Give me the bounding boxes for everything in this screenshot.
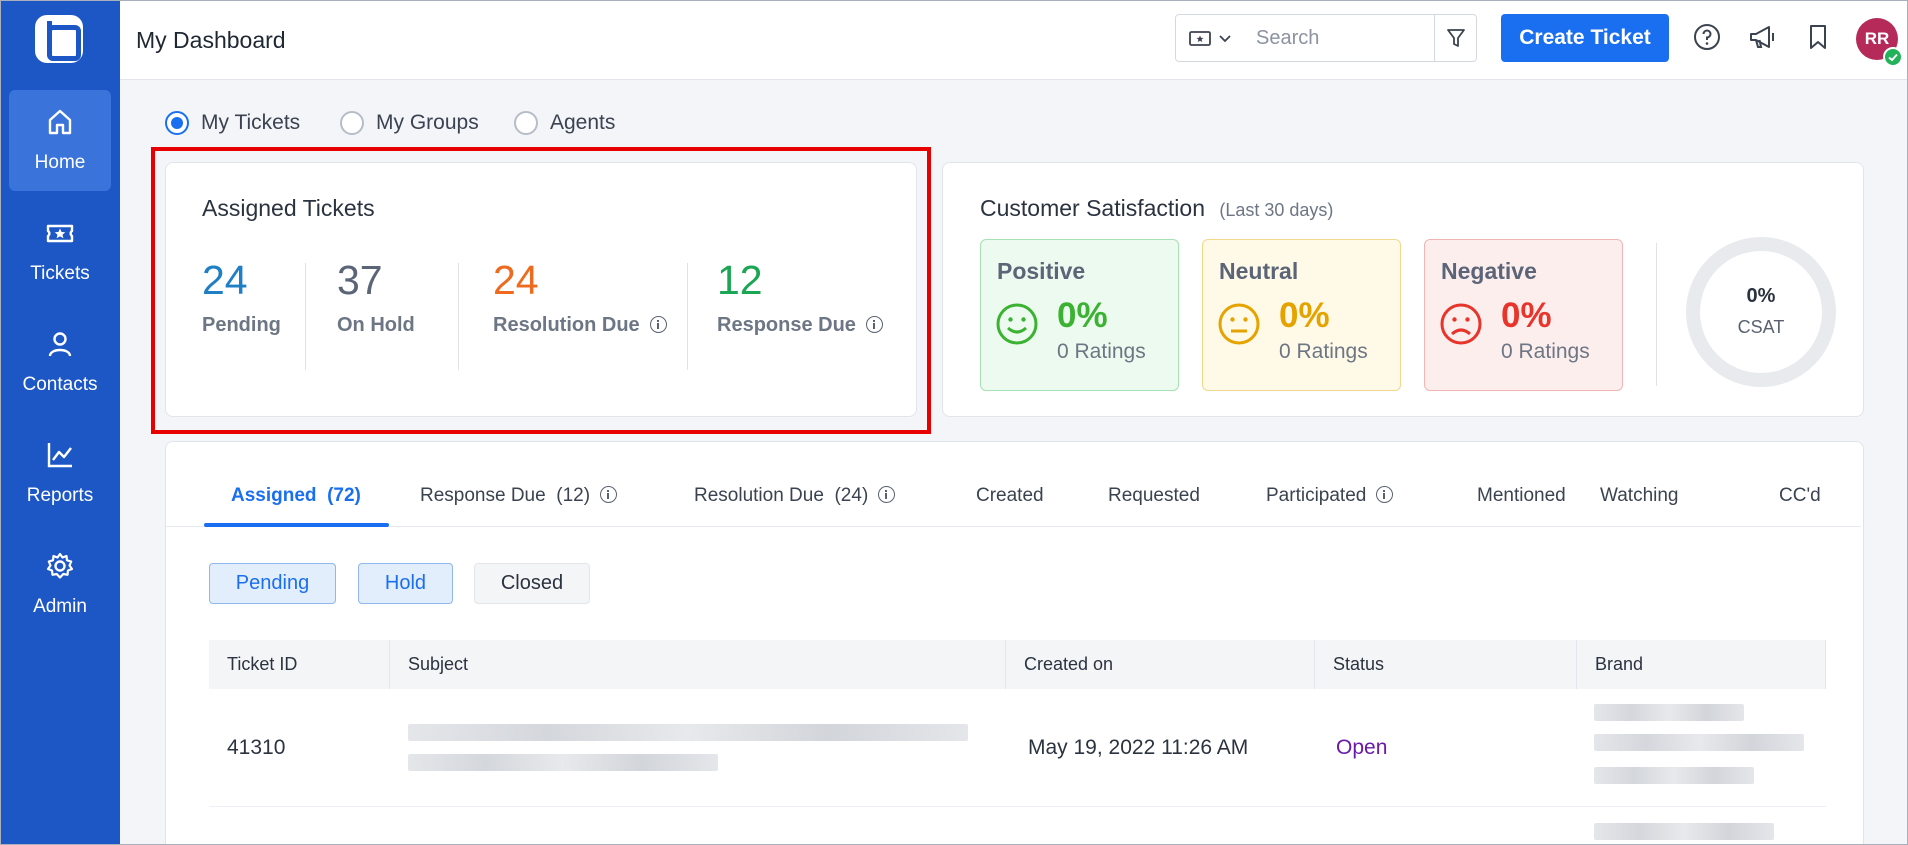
announcement-icon[interactable] — [1747, 22, 1777, 52]
online-status-icon — [1883, 47, 1903, 67]
ticket-tabs: Assigned (72) Response Due (12) Resoluti… — [166, 471, 1861, 527]
table-header: Ticket ID Subject Created on Status Bran… — [209, 640, 1826, 689]
table-row[interactable]: 41310 May 19, 2022 11:26 AM Open — [209, 689, 1826, 807]
ticket-icon — [46, 224, 74, 243]
sidebar-item-label: Admin — [33, 596, 87, 617]
column-status[interactable]: Status — [1315, 640, 1577, 689]
filter-button[interactable] — [1434, 15, 1476, 61]
neutral-face-icon — [1218, 303, 1260, 345]
sidebar-item-tickets[interactable]: Tickets — [9, 201, 111, 302]
neutral-box[interactable]: Neutral 0% 0 Ratings — [1202, 239, 1401, 391]
tab-assigned[interactable]: Assigned (72) — [231, 485, 361, 507]
radio-agents[interactable]: Agents — [514, 109, 615, 137]
filter-icon — [1447, 29, 1465, 47]
ticket-type-dropdown[interactable] — [1188, 27, 1240, 49]
negative-box[interactable]: Negative 0% 0 Ratings — [1424, 239, 1623, 391]
radio-my-groups[interactable]: My Groups — [340, 109, 479, 137]
redacted-brand — [1594, 767, 1754, 784]
tab-resolution-due[interactable]: Resolution Due (24) — [694, 485, 896, 507]
sidebar-item-home[interactable]: Home — [9, 90, 111, 191]
info-icon[interactable] — [878, 486, 896, 503]
app-window: Home Tickets Contacts Reports Admin My D… — [0, 0, 1908, 845]
info-icon[interactable] — [600, 486, 618, 503]
satisfaction-period: (Last 30 days) — [1219, 200, 1334, 220]
redacted-brand — [1594, 704, 1744, 721]
redacted-brand — [1594, 734, 1804, 751]
radio-unchecked-icon — [340, 111, 364, 135]
top-header: My Dashboard Create Ticket RR — [120, 1, 1907, 80]
tab-response-due[interactable]: Response Due (12) — [420, 485, 618, 507]
tab-watching[interactable]: Watching — [1600, 485, 1679, 507]
sidebar-item-label: Tickets — [30, 263, 90, 284]
search-input[interactable] — [1256, 26, 1426, 50]
sidebar-item-label: Home — [34, 152, 86, 173]
info-icon[interactable] — [1376, 486, 1394, 503]
contacts-icon — [48, 332, 72, 357]
redacted-brand — [1594, 823, 1774, 840]
sidebar-item-reports[interactable]: Reports — [9, 423, 111, 524]
redacted-subject — [408, 724, 968, 741]
tab-ccd[interactable]: CC'd — [1779, 485, 1821, 507]
column-brand[interactable]: Brand — [1577, 640, 1826, 689]
smile-icon — [996, 303, 1038, 345]
csat-label: CSAT — [1737, 317, 1785, 337]
tab-mentioned[interactable]: Mentioned — [1477, 485, 1566, 507]
help-icon[interactable] — [1692, 22, 1722, 52]
tab-participated[interactable]: Participated — [1266, 485, 1394, 507]
customer-satisfaction-title: Customer Satisfaction (Last 30 days) — [980, 195, 1334, 221]
status-badge: Open — [1336, 736, 1388, 759]
sidebar-item-contacts[interactable]: Contacts — [9, 312, 111, 413]
search-box — [1175, 14, 1477, 62]
tab-created[interactable]: Created — [976, 485, 1044, 507]
filter-pending-button[interactable]: Pending — [209, 563, 336, 604]
sidebar-item-label: Contacts — [22, 374, 98, 395]
highlight-box — [151, 147, 931, 434]
column-ticket-id[interactable]: Ticket ID — [209, 640, 390, 689]
home-icon — [48, 109, 72, 135]
bookmark-icon[interactable] — [1803, 22, 1833, 52]
sidebar-item-label: Reports — [26, 485, 94, 506]
radio-checked-icon — [165, 111, 189, 135]
filter-hold-button[interactable]: Hold — [358, 563, 453, 604]
app-logo[interactable] — [35, 15, 83, 63]
redacted-subject — [408, 754, 718, 771]
column-created-on[interactable]: Created on — [1006, 640, 1315, 689]
csat-gauge — [1686, 237, 1836, 387]
positive-box[interactable]: Positive 0% 0 Ratings — [980, 239, 1179, 391]
csat-value: 0% — [1746, 285, 1776, 307]
radio-my-tickets[interactable]: My Tickets — [165, 109, 300, 137]
radio-unchecked-icon — [514, 111, 538, 135]
ticket-id[interactable]: 41310 — [227, 736, 285, 760]
divider — [1656, 243, 1657, 386]
gear-icon — [46, 552, 74, 579]
active-tab-indicator — [204, 523, 389, 527]
sidebar: Home Tickets Contacts Reports Admin — [1, 1, 120, 844]
tab-requested[interactable]: Requested — [1108, 485, 1200, 507]
page-title: My Dashboard — [136, 27, 286, 53]
created-on: May 19, 2022 11:26 AM — [1028, 736, 1249, 759]
sidebar-item-admin[interactable]: Admin — [9, 534, 111, 635]
create-ticket-button[interactable]: Create Ticket — [1501, 14, 1669, 62]
filter-closed-button[interactable]: Closed — [474, 563, 590, 604]
frown-icon — [1440, 303, 1482, 345]
reports-icon — [47, 443, 72, 468]
column-subject[interactable]: Subject — [390, 640, 1006, 689]
